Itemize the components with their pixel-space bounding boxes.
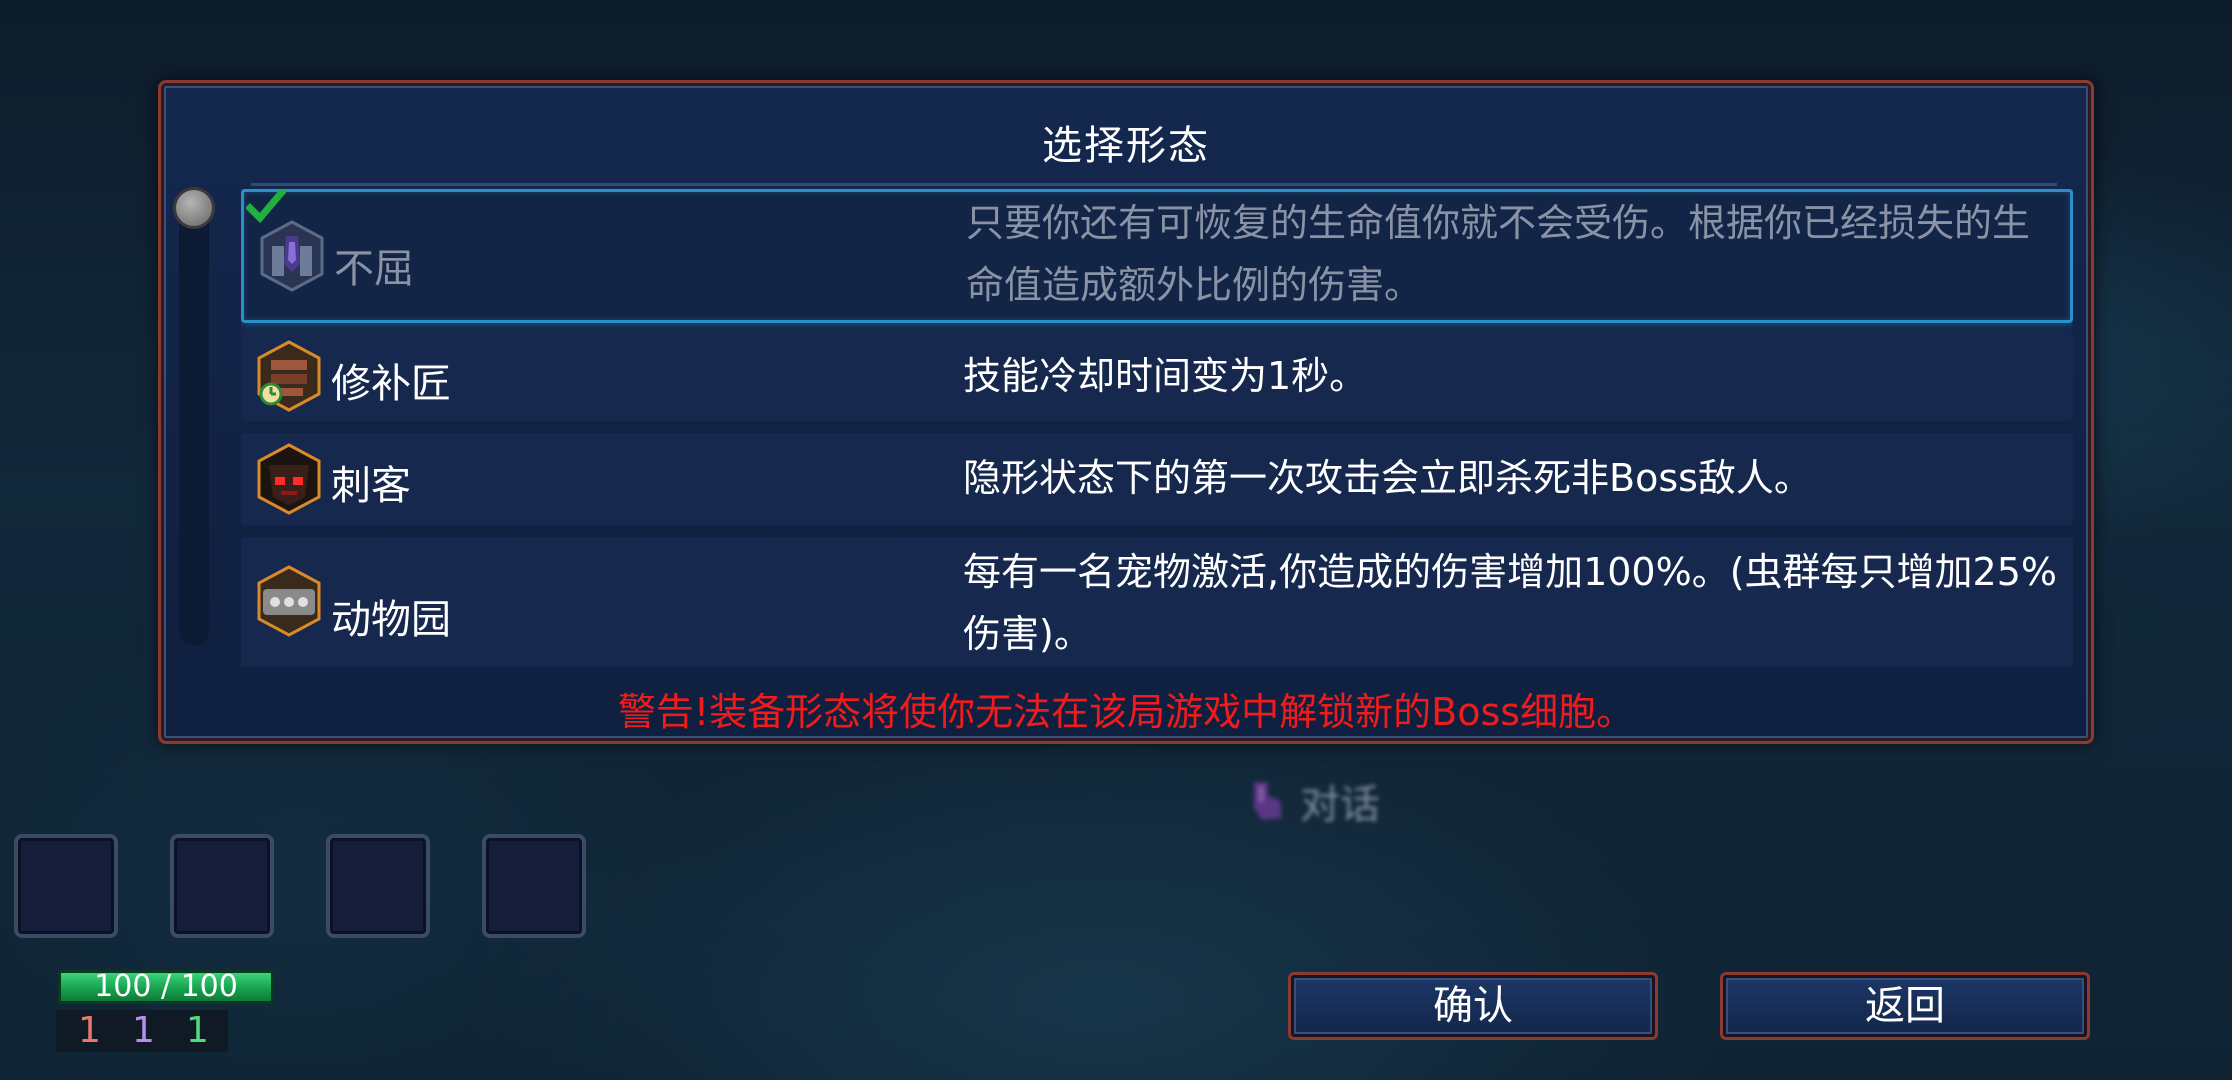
survival-stat: 1 bbox=[186, 1010, 209, 1051]
scroll-stats: 1 1 1 bbox=[56, 1010, 228, 1052]
dialog-title: 选择形态 bbox=[1042, 123, 1210, 169]
health-bar: 100 / 100 bbox=[58, 970, 274, 1004]
form-row-tinkerer[interactable]: 修补匠 技能冷却时间变为1秒。 bbox=[241, 331, 2073, 421]
form-description: 技能冷却时间变为1秒。 bbox=[963, 354, 1368, 398]
form-row-assassin[interactable]: 刺客 隐形状态下的第一次攻击会立即杀死非Boss敌人。 bbox=[241, 433, 2073, 525]
title-divider bbox=[251, 183, 2057, 186]
form-name: 不屈 bbox=[334, 246, 414, 292]
zoo-icon bbox=[257, 565, 321, 637]
tinkerer-icon bbox=[257, 340, 321, 412]
talk-prompt: 对话 bbox=[1244, 772, 1380, 830]
form-row-undying[interactable]: 不屈 只要你还有可恢复的生命值你就不会受伤。根据你已经损失的生命值造成额外比例的… bbox=[241, 189, 2073, 323]
selected-check-icon bbox=[246, 189, 286, 224]
equipment-slot-3[interactable] bbox=[326, 834, 430, 938]
unlock-warning: 警告!装备形态将使你无法在该局游戏中解锁新的Boss细胞。 bbox=[617, 690, 1635, 734]
form-list: 不屈 只要你还有可恢复的生命值你就不会受伤。根据你已经损失的生命值造成额外比例的… bbox=[241, 189, 2073, 667]
interact-hand-icon bbox=[1254, 782, 1282, 820]
scrollbar-thumb[interactable] bbox=[173, 187, 215, 229]
back-button[interactable]: 返回 bbox=[1720, 972, 2090, 1040]
form-name: 动物园 bbox=[331, 597, 451, 643]
confirm-button[interactable]: 确认 bbox=[1288, 972, 1658, 1040]
form-description: 隐形状态下的第一次攻击会立即杀死非Boss敌人。 bbox=[963, 456, 1812, 500]
equipment-slot-2[interactable] bbox=[170, 834, 274, 938]
form-name: 刺客 bbox=[331, 463, 411, 509]
form-description: 只要你还有可恢复的生命值你就不会受伤。根据你已经损失的生命值造成额外比例的伤害。 bbox=[966, 201, 2031, 307]
undying-icon bbox=[260, 220, 324, 292]
scrollbar-track[interactable] bbox=[173, 187, 215, 645]
assassin-icon bbox=[257, 443, 321, 515]
talk-label: 对话 bbox=[1300, 782, 1380, 828]
equipment-slot-4[interactable] bbox=[482, 834, 586, 938]
form-description: 每有一名宠物激活,你造成的伤害增加100%。(虫群每只增加25%伤害)。 bbox=[963, 550, 2058, 656]
form-select-dialog: 选择形态 不屈 只要你还有可恢复的生命值你就不会受伤。根据你已经损失的生命值造成… bbox=[158, 80, 2094, 744]
brutality-stat: 1 bbox=[78, 1010, 101, 1051]
tactics-stat: 1 bbox=[132, 1010, 155, 1051]
form-row-zoo[interactable]: 动物园 每有一名宠物激活,你造成的伤害增加100%。(虫群每只增加25%伤害)。 bbox=[241, 537, 2073, 667]
form-name: 修补匠 bbox=[331, 361, 451, 407]
equipment-slot-1[interactable] bbox=[14, 834, 118, 938]
